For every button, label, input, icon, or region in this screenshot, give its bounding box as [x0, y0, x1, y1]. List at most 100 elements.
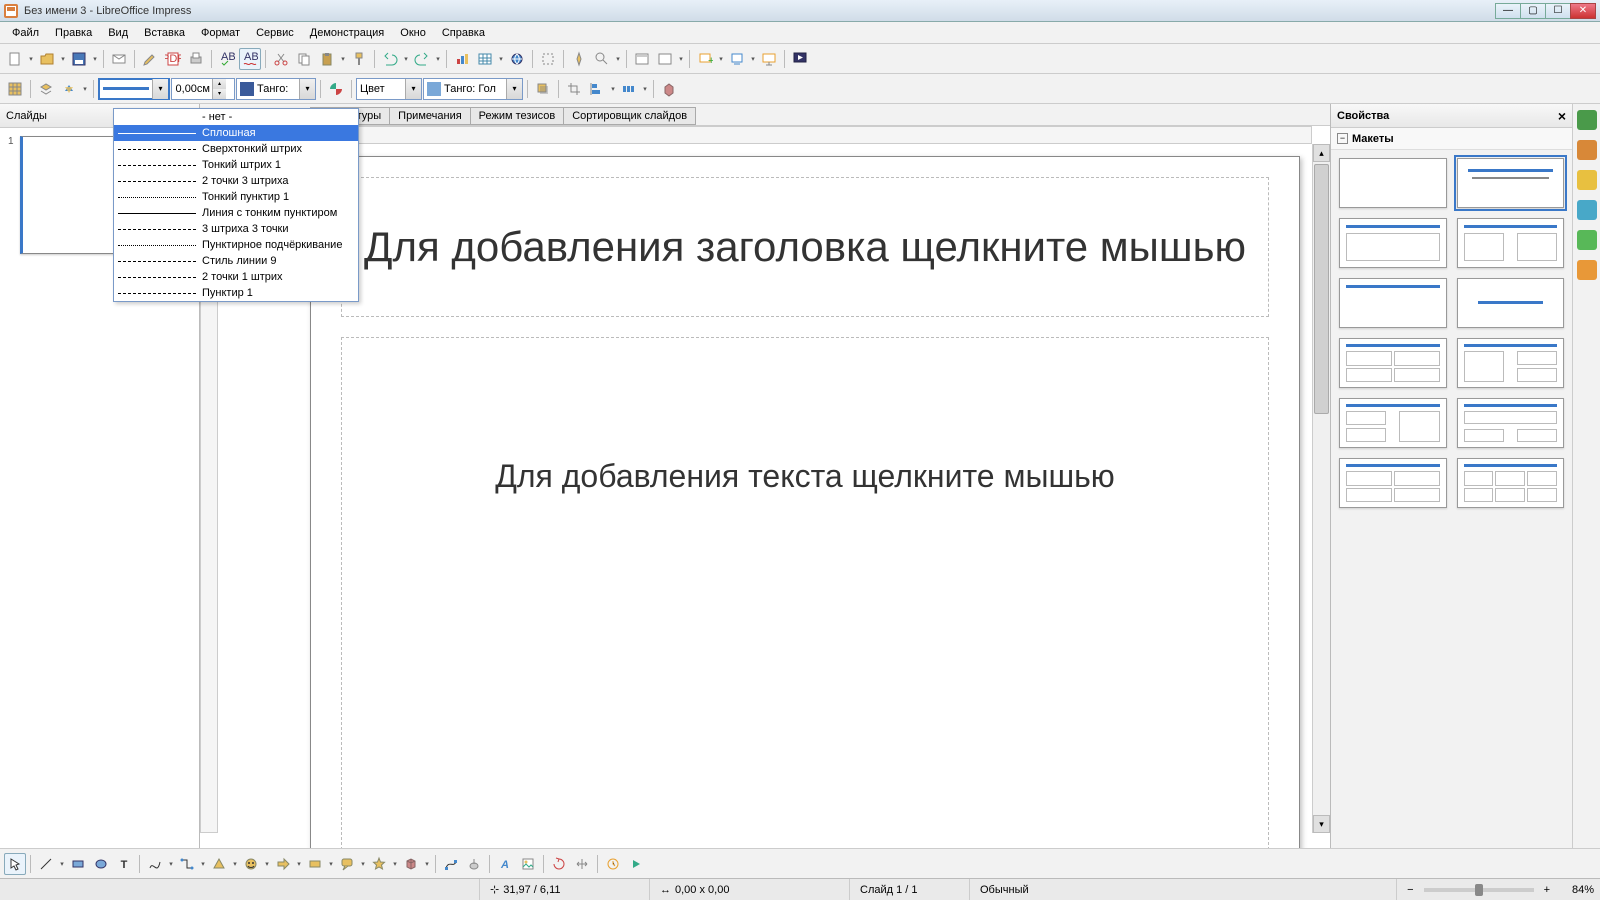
menu-edit[interactable]: Правка — [47, 25, 100, 41]
slide-design-button[interactable] — [654, 48, 676, 70]
zoom-button[interactable] — [591, 48, 613, 70]
navigator-button[interactable] — [568, 48, 590, 70]
snap-grid-button[interactable] — [4, 78, 26, 100]
title-placeholder[interactable]: Для добавления заголовка щелкните мышью — [341, 177, 1269, 317]
fill-type-combo[interactable]: Цвет ▾ — [356, 78, 422, 100]
line-style-option[interactable]: Пунктирное подчёркивание — [114, 237, 358, 253]
close-button[interactable]: ✕ — [1570, 3, 1596, 19]
select-tool[interactable] — [4, 853, 26, 875]
close-panel-icon[interactable]: × — [1558, 108, 1566, 124]
paste-dropdown[interactable]: ▾ — [339, 48, 347, 70]
master-deck-icon[interactable] — [1577, 140, 1597, 160]
layout-1-2[interactable] — [1457, 338, 1565, 388]
line-width-value[interactable] — [172, 83, 212, 95]
layout-title-content[interactable] — [1339, 218, 1447, 268]
expand-slide-button[interactable] — [726, 48, 748, 70]
section-toggle-icon[interactable]: − — [1337, 133, 1348, 144]
layout-centered[interactable] — [1457, 278, 1565, 328]
line-style-option[interactable]: Тонкий пунктир 1 — [114, 189, 358, 205]
distribute-button[interactable] — [618, 78, 640, 100]
line-color-combo[interactable]: Танго: ▾ — [236, 78, 316, 100]
slide-canvas[interactable]: Для добавления заголовка щелкните мышью … — [310, 156, 1300, 851]
zoom-dropdown[interactable]: ▾ — [614, 48, 622, 70]
zoom-slider[interactable] — [1424, 888, 1534, 892]
fontwork-tool[interactable]: A — [494, 853, 516, 875]
points-tool[interactable] — [440, 853, 462, 875]
tab-handout[interactable]: Режим тезисов — [470, 107, 565, 125]
line-style-option[interactable]: Стиль линии 9 — [114, 253, 358, 269]
new-button[interactable] — [4, 48, 26, 70]
edit-mode-button[interactable] — [139, 48, 161, 70]
new-dropdown[interactable]: ▾ — [27, 48, 35, 70]
line-style-option[interactable]: 2 точки 3 штриха — [114, 173, 358, 189]
autospell-button[interactable]: ABC — [239, 48, 261, 70]
menu-slideshow[interactable]: Демонстрация — [302, 25, 393, 41]
redo-button[interactable] — [411, 48, 433, 70]
layout-top-2bottom[interactable] — [1457, 398, 1565, 448]
paste-button[interactable] — [316, 48, 338, 70]
open-dropdown[interactable]: ▾ — [59, 48, 67, 70]
arrange-button[interactable] — [58, 78, 80, 100]
redo-dropdown[interactable]: ▾ — [434, 48, 442, 70]
menu-insert[interactable]: Вставка — [136, 25, 193, 41]
minimize-button[interactable]: — — [1495, 3, 1521, 19]
start-slideshow-button[interactable] — [789, 48, 811, 70]
layout-2-1[interactable] — [1339, 398, 1447, 448]
line-tool[interactable] — [35, 853, 57, 875]
restore-button[interactable]: ▢ — [1520, 3, 1546, 19]
line-style-option[interactable]: Линия с тонким пунктиром — [114, 205, 358, 221]
line-style-option[interactable]: 2 точки 1 штрих — [114, 269, 358, 285]
area-dialog-button[interactable] — [325, 78, 347, 100]
layout-4-grid[interactable] — [1339, 458, 1447, 508]
email-button[interactable] — [108, 48, 130, 70]
ellipse-tool[interactable] — [90, 853, 112, 875]
align-button[interactable] — [586, 78, 608, 100]
tab-sorter[interactable]: Сортировщик слайдов — [563, 107, 696, 125]
gluepoints-tool[interactable] — [463, 853, 485, 875]
content-placeholder[interactable]: Для добавления текста щелкните мышью — [341, 337, 1269, 851]
cut-button[interactable] — [270, 48, 292, 70]
line-width-spinner[interactable]: ▴▾ — [171, 78, 235, 100]
navigator-deck-icon[interactable] — [1577, 260, 1597, 280]
text-tool[interactable]: T — [113, 853, 135, 875]
zoom-percent[interactable]: 84% — [1554, 884, 1594, 896]
properties-deck-icon[interactable] — [1577, 110, 1597, 130]
line-style-option[interactable]: Сплошная — [114, 125, 358, 141]
line-style-option[interactable]: Пунктир 1 — [114, 285, 358, 301]
save-button[interactable] — [68, 48, 90, 70]
presentation-button[interactable] — [758, 48, 780, 70]
position-size-tool[interactable] — [571, 853, 593, 875]
layout-6-grid[interactable] — [1457, 458, 1565, 508]
menu-file[interactable]: Файл — [4, 25, 47, 41]
table-dropdown[interactable]: ▾ — [497, 48, 505, 70]
line-style-option[interactable]: 3 штриха 3 точки — [114, 221, 358, 237]
hyperlink-button[interactable] — [506, 48, 528, 70]
slide-layout-button[interactable] — [631, 48, 653, 70]
undo-dropdown[interactable]: ▾ — [402, 48, 410, 70]
rotate-tool[interactable] — [548, 853, 570, 875]
arrange-dropdown[interactable]: ▾ — [81, 78, 89, 100]
line-style-option[interactable]: Сверхтонкий штрих — [114, 141, 358, 157]
tab-notes[interactable]: Примечания — [389, 107, 471, 125]
table-button[interactable] — [474, 48, 496, 70]
line-style-option[interactable]: Тонкий штрих 1 — [114, 157, 358, 173]
menu-format[interactable]: Формат — [193, 25, 248, 41]
transition-deck-icon[interactable] — [1577, 200, 1597, 220]
gallery-deck-icon[interactable] — [1577, 230, 1597, 250]
distribute-dropdown[interactable]: ▾ — [641, 78, 649, 100]
zoom-in-button[interactable]: + — [1540, 884, 1554, 896]
menu-tools[interactable]: Сервис — [248, 25, 302, 41]
line-style-combo[interactable]: ▾ — [98, 78, 170, 100]
insert-slide-dropdown[interactable]: ▾ — [717, 48, 725, 70]
callout-tool[interactable] — [336, 853, 358, 875]
shadow-button[interactable] — [532, 78, 554, 100]
fill-color-combo[interactable]: Танго: Гол ▾ — [423, 78, 523, 100]
from-file-tool[interactable] — [517, 853, 539, 875]
line-style-option[interactable]: - нет - — [114, 109, 358, 125]
flowchart-tool[interactable] — [304, 853, 326, 875]
line-style-dropdown[interactable]: - нет - Сплошная Сверхтонкий штрих Тонки… — [113, 108, 359, 302]
symbol-shapes-tool[interactable] — [240, 853, 262, 875]
crop-button[interactable] — [563, 78, 585, 100]
menu-help[interactable]: Справка — [434, 25, 493, 41]
3d-tool[interactable] — [400, 853, 422, 875]
